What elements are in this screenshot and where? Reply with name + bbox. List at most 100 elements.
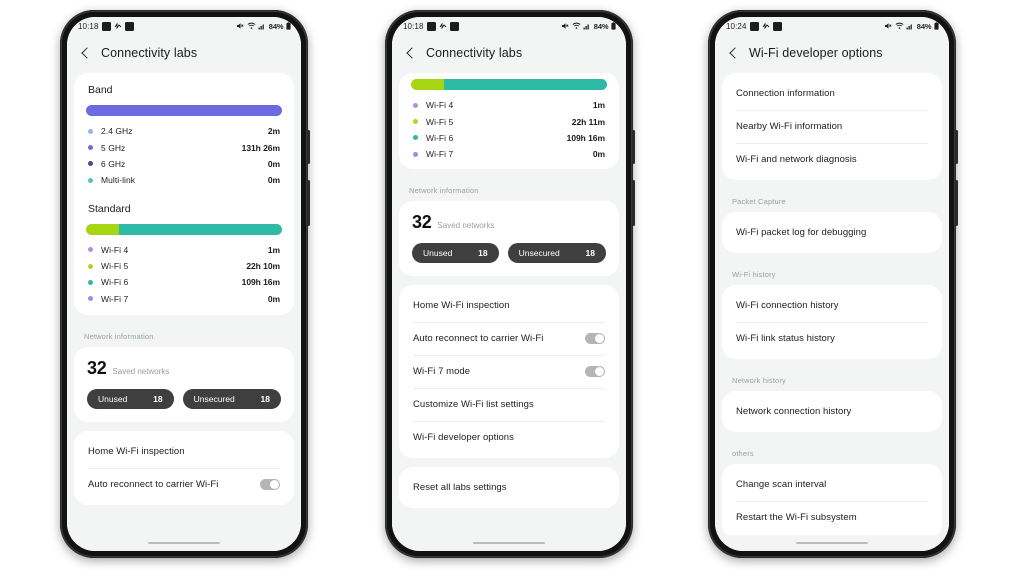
volume-button[interactable] — [955, 130, 958, 164]
power-button[interactable] — [632, 180, 635, 226]
legend-dot-icon — [88, 177, 93, 183]
row-customize-wifi-list-settings[interactable]: Customize Wi-Fi list settings — [399, 387, 619, 421]
legend-label: Wi-Fi 4 — [426, 100, 454, 111]
legend-dot-icon — [413, 102, 418, 108]
row-change-scan-interval[interactable]: Change scan interval — [722, 468, 942, 501]
toggle-auto-reconnect[interactable] — [585, 332, 605, 344]
row-label: Wi-Fi packet log for debugging — [736, 227, 867, 238]
battery-label: 84% — [916, 21, 932, 31]
saved-networks-summary: 32 Saved networks — [87, 358, 281, 379]
status-bar-right: 84% — [561, 22, 616, 31]
settings-card: Home Wi-Fi inspection Auto reconnect to … — [74, 431, 294, 505]
legend-label: Wi-Fi 7 — [426, 149, 454, 160]
legend-row: Wi-Fi 7 0m — [411, 146, 607, 162]
chip-unsecured[interactable]: Unsecured 18 — [507, 242, 607, 263]
standard-usage-bar — [86, 223, 282, 235]
legend-value: 109h 16m — [566, 132, 605, 143]
power-button[interactable] — [955, 180, 958, 226]
standard-card: Wi-Fi 4 1m Wi-Fi 5 22h 11m Wi-Fi 6 109h … — [399, 73, 619, 169]
home-handle[interactable] — [473, 541, 545, 545]
home-handle[interactable] — [148, 541, 220, 545]
page-title: Wi-Fi developer options — [749, 46, 883, 60]
row-nearby-wifi-information[interactable]: Nearby Wi-Fi information — [722, 110, 942, 143]
toggle-wifi7-mode[interactable] — [585, 365, 605, 377]
back-chevron-icon[interactable] — [79, 47, 91, 59]
saved-networks-label: Saved networks — [437, 220, 495, 230]
battery-label: 84% — [268, 21, 284, 31]
chip-unused[interactable]: Unused 18 — [412, 242, 499, 263]
row-wifi-developer-options[interactable]: Wi-Fi developer options — [399, 420, 619, 454]
chip-label: Unused — [98, 394, 128, 404]
row-wifi-packet-log-for-debugging[interactable]: Wi-Fi packet log for debugging — [722, 216, 942, 249]
legend-label: Wi-Fi 4 — [101, 244, 129, 255]
legend-dot-icon — [88, 296, 93, 302]
power-button[interactable] — [307, 180, 310, 226]
legend-dot-icon — [413, 135, 418, 141]
mute-icon — [561, 22, 569, 30]
legend-dot-icon — [413, 119, 418, 125]
chip-value: 18 — [478, 247, 488, 258]
network-information-card: 32 Saved networks Unused 18 Unsecured 18 — [399, 200, 619, 276]
section-header-network-information: Network information — [84, 332, 154, 341]
row-wifi-link-status-history[interactable]: Wi-Fi link status history — [722, 322, 942, 355]
row-auto-reconnect-carrier-wifi[interactable]: Auto reconnect to carrier Wi-Fi — [74, 468, 294, 501]
section-header-packet-capture: Packet Capture — [732, 197, 786, 206]
wifi-icon — [895, 22, 904, 30]
row-network-connection-history[interactable]: Network connection history — [722, 395, 942, 428]
back-chevron-icon[interactable] — [727, 47, 739, 59]
section-header-others: others — [732, 449, 754, 458]
standard-group: Standard Wi-Fi 4 1m Wi-Fi 5 22h 10m Wi-F… — [74, 197, 294, 316]
phone-2-content[interactable]: Wi-Fi 4 1m Wi-Fi 5 22h 11m Wi-Fi 6 109h … — [392, 73, 626, 535]
chip-unused[interactable]: Unused 18 — [87, 389, 174, 409]
status-bar: 10:18 84% — [67, 17, 301, 35]
legend-row: Wi-Fi 5 22h 10m — [86, 258, 282, 274]
chip-value: 18 — [153, 394, 163, 404]
phone-3-content[interactable]: Connection information Nearby Wi-Fi info… — [715, 73, 949, 535]
wifi-icon — [572, 22, 581, 30]
legend-value: 1m — [267, 244, 280, 255]
row-home-wifi-inspection[interactable]: Home Wi-Fi inspection — [74, 435, 294, 468]
row-label: Wi-Fi and network diagnosis — [736, 154, 857, 165]
row-label: Wi-Fi connection history — [736, 300, 839, 311]
navigation-bar — [392, 535, 626, 551]
battery-icon — [611, 22, 616, 30]
content-filler — [392, 508, 626, 536]
page-title: Connectivity labs — [101, 46, 198, 60]
wifi-icon — [247, 22, 256, 30]
phone-1-content[interactable]: Band 2.4 GHz 2m 5 GHz 131h 26m 6 GHz 0m … — [67, 73, 301, 535]
home-handle[interactable] — [796, 541, 868, 545]
row-home-wifi-inspection[interactable]: Home Wi-Fi inspection — [399, 289, 619, 322]
back-chevron-icon[interactable] — [404, 47, 416, 59]
row-wifi-connection-history[interactable]: Wi-Fi connection history — [722, 289, 942, 322]
row-label: Home Wi-Fi inspection — [413, 299, 510, 311]
legend-label: 5 GHz — [101, 142, 126, 153]
row-wifi-and-network-diagnosis[interactable]: Wi-Fi and network diagnosis — [722, 143, 942, 176]
settings-card: Home Wi-Fi inspection Auto reconnect to … — [399, 284, 619, 458]
wifi-history-card: Wi-Fi connection history Wi-Fi link stat… — [722, 285, 942, 359]
volume-button[interactable] — [632, 130, 635, 164]
legend-value: 2m — [267, 126, 280, 137]
band-title: Band — [88, 84, 113, 96]
row-label: Network connection history — [736, 406, 852, 417]
row-auto-reconnect-carrier-wifi[interactable]: Auto reconnect to carrier Wi-Fi — [399, 321, 619, 355]
packet-capture-card: Wi-Fi packet log for debugging — [722, 212, 942, 253]
phone-1-screen: 10:18 84% Connectivity labs Band 2.4 GHz… — [67, 17, 301, 551]
status-bar-left: 10:24 — [726, 21, 782, 31]
email-icon — [124, 21, 134, 31]
toggle-auto-reconnect[interactable] — [260, 479, 280, 490]
chip-unsecured[interactable]: Unsecured 18 — [182, 389, 282, 409]
row-connection-information[interactable]: Connection information — [722, 77, 942, 110]
row-restart-the-wifi-subsystem[interactable]: Restart the Wi-Fi subsystem — [722, 501, 942, 534]
legend-value: 0m — [592, 149, 605, 160]
screenshot-icon — [749, 21, 759, 31]
legend-dot-icon — [88, 145, 93, 151]
legend-dot-icon — [413, 151, 418, 157]
row-reset-all-labs-settings[interactable]: Reset all labs settings — [399, 471, 619, 504]
status-bar: 10:18 84% — [392, 17, 626, 35]
section-header-wifi-history: Wi-Fi history — [732, 270, 776, 279]
volume-button[interactable] — [307, 130, 310, 164]
row-wifi7-mode[interactable]: Wi-Fi 7 mode — [399, 354, 619, 388]
